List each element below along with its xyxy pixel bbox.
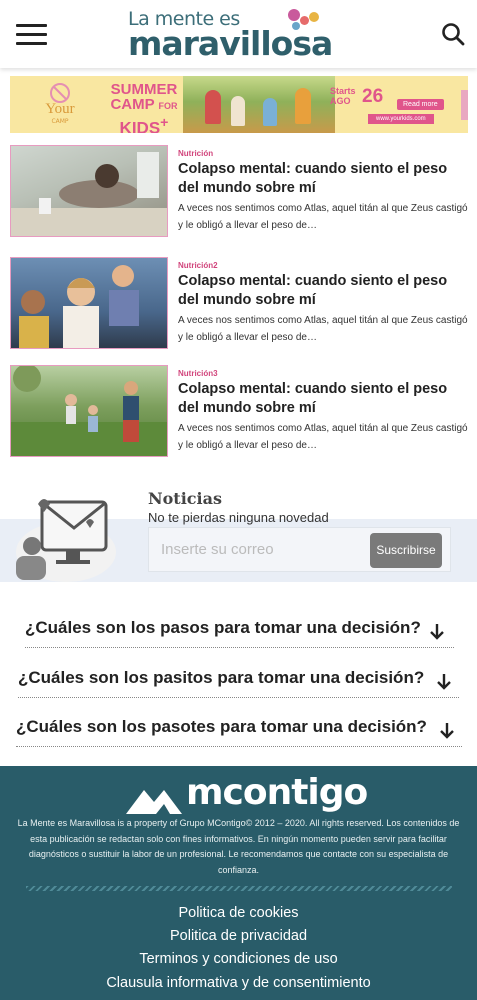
start-date: 26	[362, 86, 384, 107]
your-camp-badge-icon: Your CAMP	[36, 80, 84, 128]
legal-notice: La Mente es Maravillosa is a property of…	[17, 818, 460, 875]
site-header: La mente es maravillosa	[0, 0, 477, 68]
article-title[interactable]: Colapso mental: cuando siento el peso de…	[178, 380, 470, 418]
faq-item[interactable]: ¿Cuáles son los pasitos para tomar una d…	[18, 668, 459, 698]
newsletter-section: Noticias No te pierdas ninguna novedad S…	[0, 486, 477, 582]
read-more-button[interactable]: Read more	[397, 99, 444, 110]
logo-bubble-icon	[292, 22, 300, 30]
article-title[interactable]: Colapso mental: cuando siento el peso de…	[178, 272, 470, 310]
article-thumbnail[interactable]	[10, 257, 168, 349]
footer-logo-text: mcontigo	[186, 772, 368, 813]
camp-line1: SUMMER	[110, 81, 178, 98]
camp-line2: CAMP	[110, 96, 155, 113]
article-card[interactable]: Nutrición3 Colapso mental: cuando siento…	[10, 365, 468, 457]
article-thumbnail[interactable]	[10, 145, 168, 237]
email-field[interactable]	[149, 528, 369, 571]
newsletter-title: Noticias	[148, 489, 222, 508]
starts-line1: Starts	[330, 86, 356, 96]
logo-bubble-icon	[288, 9, 300, 21]
camp-line3: KIDS	[119, 118, 161, 133]
starts-line2: AGO	[330, 96, 351, 106]
newsletter-illustration-icon	[12, 492, 130, 582]
arrow-down-icon	[440, 722, 454, 740]
faq-question: ¿Cuáles son los pasitos para tomar una d…	[18, 668, 425, 687]
mcontigo-mountain-icon	[126, 790, 182, 814]
article-excerpt: A veces nos sentimos como Atlas, aquel t…	[178, 203, 468, 231]
footer-divider	[26, 886, 452, 891]
logo-line2: maravillosa	[128, 24, 333, 63]
article-excerpt: A veces nos sentimos como Atlas, aquel t…	[178, 315, 468, 343]
camp-title: SUMMER CAMP FOR KIDS+	[100, 82, 188, 133]
search-icon[interactable]	[441, 22, 465, 46]
banner-url[interactable]: www.yourkids.com	[368, 114, 434, 124]
ad-banner[interactable]: Your CAMP SUMMER CAMP FOR KIDS+ Starts A…	[10, 76, 468, 133]
article-thumbnail[interactable]	[10, 365, 168, 457]
cookies-policy-link[interactable]: Politica de cookies	[0, 902, 477, 925]
logo-bubble-icon	[309, 12, 319, 22]
terms-link[interactable]: Terminos y condiciones de uso	[0, 948, 477, 971]
newsletter-form: Suscribirse	[148, 527, 451, 572]
banner-stripe	[461, 90, 468, 120]
badge-sub: CAMP	[51, 118, 69, 125]
arrow-down-icon	[437, 673, 451, 691]
faq-item[interactable]: ¿Cuáles son los pasos para tomar una dec…	[25, 618, 454, 648]
article-card[interactable]: Nutrición2 Colapso mental: cuando siento…	[10, 257, 468, 349]
faq-question: ¿Cuáles son los pasos para tomar una dec…	[25, 618, 421, 637]
article-excerpt: A veces nos sentimos como Atlas, aquel t…	[178, 423, 468, 451]
article-category[interactable]: Nutrición2	[178, 261, 218, 270]
consent-clause-link[interactable]: Clausula informativa y de consentimiento	[0, 972, 477, 995]
camp-plus: +	[160, 115, 169, 131]
article-category[interactable]: Nutrición3	[178, 369, 218, 378]
article-title[interactable]: Colapso mental: cuando siento el peso de…	[178, 160, 470, 198]
starts-label: Starts AGO	[330, 86, 356, 106]
newsletter-subtitle: No te pierdas ninguna novedad	[148, 510, 329, 525]
arrow-down-icon	[430, 623, 444, 641]
badge-text: Your	[45, 101, 75, 117]
privacy-policy-link[interactable]: Politica de privacidad	[0, 925, 477, 948]
footer-links: Politica de cookies Politica de privacid…	[0, 902, 477, 995]
hamburger-menu-icon[interactable]	[16, 24, 47, 46]
site-logo[interactable]: La mente es maravillosa	[128, 6, 360, 62]
logo-bubble-icon	[300, 16, 309, 25]
mcontigo-logo[interactable]: mcontigo	[124, 772, 368, 818]
camp-for: FOR	[158, 101, 178, 111]
subscribe-button[interactable]: Suscribirse	[370, 533, 442, 568]
article-category[interactable]: Nutrición	[178, 149, 213, 158]
article-card[interactable]: Nutrición Colapso mental: cuando siento …	[10, 145, 468, 237]
faq-item[interactable]: ¿Cuáles son los pasotes para tomar una d…	[16, 717, 462, 747]
faq-question: ¿Cuáles son los pasotes para tomar una d…	[16, 717, 427, 736]
banner-photo	[183, 76, 335, 133]
site-footer: mcontigo La Mente es Maravillosa is a pr…	[0, 766, 477, 1000]
